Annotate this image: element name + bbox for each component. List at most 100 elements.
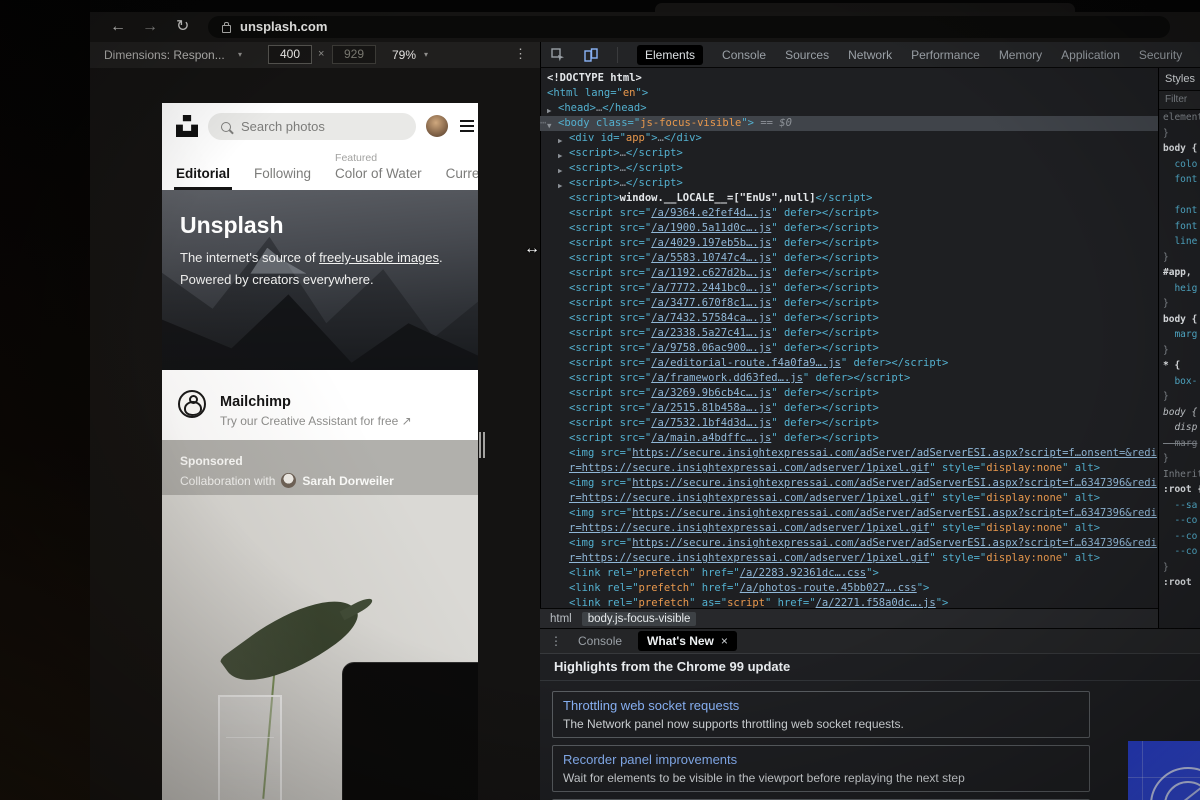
nav-tab-editorial[interactable]: Editorial (173, 166, 233, 190)
reload-button[interactable]: ↻ (176, 16, 189, 38)
whats-new-card-title[interactable]: Throttling web socket requests (563, 698, 1079, 713)
drawer-tab-console[interactable]: Console (578, 634, 622, 648)
dom-line[interactable]: <script src="/a/3477.670f8c1….js" defer>… (540, 296, 1158, 311)
device-toolbar-menu-button[interactable]: ⋮ (514, 46, 527, 62)
freely-usable-images-link[interactable]: freely-usable images (319, 250, 439, 265)
devtools-tab-console[interactable]: Console (722, 48, 766, 62)
forward-button[interactable]: → (142, 16, 158, 38)
whats-new-card-title[interactable]: Recorder panel improvements (563, 752, 1079, 767)
dom-line[interactable]: <script src="/a/9364.e2fef4d….js" defer>… (540, 206, 1158, 221)
dom-line[interactable]: ▶ <head>…</head> (540, 101, 1158, 116)
dom-line[interactable]: <script src="/a/framework.dd63fed….js" d… (540, 371, 1158, 386)
whats-new-card[interactable]: Throttling web socket requests The Networ… (552, 691, 1090, 738)
styles-pane: Styles Filter element} body { colo font f… (1158, 68, 1200, 628)
devtools-tab-security[interactable]: Security (1139, 48, 1182, 62)
dom-line[interactable]: <script src="/a/5583.10747c4….js" defer>… (540, 251, 1158, 266)
dom-line[interactable]: ⋯ ▼ <body class="js-focus-visible"> == $0 (540, 116, 1158, 131)
mailchimp-ad[interactable]: Mailchimp Try our Creative Assistant for… (162, 370, 478, 440)
whats-new-card[interactable]: Recorder panel improvements Wait for elem… (552, 745, 1090, 792)
devtools-tab-sources[interactable]: Sources (785, 48, 829, 62)
nav-tab-following[interactable]: Following (254, 166, 311, 190)
nav-tab-color-of-water[interactable]: Featured Color of Water (335, 152, 422, 190)
dimensions-dropdown[interactable]: Dimensions: Respon... (104, 48, 225, 62)
zoom-level-dropdown[interactable]: 79% (392, 48, 416, 62)
dom-line[interactable]: <script src="/a/2338.5a27c41….js" defer>… (540, 326, 1158, 341)
style-rule-line: --co (1163, 515, 1198, 526)
dom-token: " alt> (1062, 462, 1101, 474)
dom-token: js-focus-visible (640, 117, 742, 129)
url-text[interactable]: unsplash.com (240, 19, 327, 34)
nav-tab-caption: Featured (335, 152, 378, 164)
style-rule-line: font (1163, 174, 1198, 185)
viewport-height-input[interactable]: 929 (332, 45, 376, 64)
search-input[interactable]: Search photos (208, 113, 416, 140)
ad-tagline-link[interactable]: Try our Creative Assistant for free ↗ (220, 414, 412, 428)
dom-line[interactable]: <script src="/a/3269.9b6cb4c….js" defer>… (540, 386, 1158, 401)
dom-line[interactable]: <img src="https://secure.insightexpressa… (540, 506, 1158, 521)
dom-line[interactable]: <script src="/a/1900.5a11d0c….js" defer>… (540, 221, 1158, 236)
collaborator-avatar[interactable] (281, 473, 297, 488)
dom-line[interactable]: <img src="https://secure.insightexpressa… (540, 446, 1158, 461)
dom-token: " alt> (1062, 522, 1101, 534)
device-toolbar-toggle-icon[interactable] (584, 47, 598, 62)
avatar[interactable] (426, 115, 448, 137)
drawer-menu-button[interactable]: ⋮ (550, 634, 562, 648)
dom-token: https://secure.insightexpressai.com/adSe… (632, 477, 1157, 489)
drawer-tab-what-s-new[interactable]: What's New × (638, 631, 737, 651)
styles-filter-input[interactable]: Filter (1159, 91, 1200, 110)
dom-line[interactable]: <img src="https://secure.insightexpressa… (540, 536, 1158, 551)
unsplash-logo[interactable] (176, 115, 198, 142)
hamburger-menu-icon[interactable] (460, 120, 474, 135)
dom-line[interactable]: ▶ <script>…</script> (540, 161, 1158, 176)
dom-line[interactable]: <!DOCTYPE html> (540, 71, 1158, 86)
style-rule-line: :root (1163, 577, 1192, 588)
dom-line[interactable]: <script src="/a/9758.06ac900….js" defer>… (540, 341, 1158, 356)
dom-line[interactable]: r=https://secure.insightexpressai.com/ad… (540, 461, 1158, 476)
more-actions-icon[interactable]: ⋯ (540, 116, 546, 131)
dom-line[interactable]: ▶ <div id="app">…</div> (540, 131, 1158, 146)
dom-line[interactable]: <script src="/a/7432.57584ca….js" defer>… (540, 311, 1158, 326)
style-rule-line: --co (1163, 546, 1198, 557)
sponsored-photo[interactable] (162, 495, 478, 800)
nav-tab-current-ev[interactable]: Current Ev (446, 166, 478, 190)
dom-line[interactable]: <img src="https://secure.insightexpressa… (540, 476, 1158, 491)
dom-line[interactable]: <script>window.__LOCALE__=["EnUs",null]<… (540, 191, 1158, 206)
close-icon[interactable]: × (721, 634, 728, 648)
dom-line[interactable]: <script src="/a/7772.2441bc0….js" defer>… (540, 281, 1158, 296)
dom-line[interactable]: ▶ <script>…</script> (540, 146, 1158, 161)
devtools-tab-memory[interactable]: Memory (999, 48, 1042, 62)
devtools-tab-elements[interactable]: Elements (637, 44, 704, 65)
dom-line[interactable]: <script src="/a/2515.81b458a….js" defer>… (540, 401, 1158, 416)
breadcrumb-item[interactable]: html (550, 613, 572, 625)
dom-line[interactable]: ▶ <script>…</script> (540, 176, 1158, 191)
tab-styles[interactable]: Styles (1159, 68, 1200, 91)
dom-line[interactable]: <link rel="prefetch" as="script" href="/… (540, 596, 1158, 608)
hero-banner: Unsplash The internet's source of freely… (162, 190, 478, 370)
ad-sponsor-name[interactable]: Mailchimp (220, 394, 291, 410)
breadcrumb-item[interactable]: body.js-focus-visible (581, 611, 697, 626)
dom-line[interactable]: <link rel="prefetch" href="/a/2283.92361… (540, 566, 1158, 581)
dom-line[interactable]: <script src="/a/editorial-route.f4a0fa9…… (540, 356, 1158, 371)
style-rule-line: #app, (1163, 267, 1192, 278)
dom-line[interactable]: <script src="/a/7532.1bf4d3d….js" defer>… (540, 416, 1158, 431)
dom-line[interactable]: <html lang="en"> (540, 86, 1158, 101)
address-bar[interactable]: unsplash.com (208, 16, 1170, 38)
collaborator-name[interactable]: Sarah Dorweiler (302, 474, 393, 488)
devtools-tab-performance[interactable]: Performance (911, 48, 980, 62)
dom-token: /a/main.a4bdffc….js (651, 432, 772, 444)
dom-line[interactable]: <script src="/a/4029.197eb5b….js" defer>… (540, 236, 1158, 251)
dom-line[interactable]: <link rel="prefetch" href="/a/photos-rou… (540, 581, 1158, 596)
inspect-element-icon[interactable] (551, 47, 565, 62)
dom-token: <script src=" (569, 327, 652, 339)
dom-line[interactable]: <script src="/a/main.a4bdffc….js" defer>… (540, 431, 1158, 446)
dom-line[interactable]: <script src="/a/1192.c627d2b….js" defer>… (540, 266, 1158, 281)
devtools-tab-application[interactable]: Application (1061, 48, 1120, 62)
viewport-width-input[interactable]: 400 (268, 45, 312, 64)
dom-line[interactable]: r=https://secure.insightexpressai.com/ad… (540, 551, 1158, 566)
browser-tab[interactable] (655, 3, 1075, 12)
dom-line[interactable]: r=https://secure.insightexpressai.com/ad… (540, 521, 1158, 536)
back-button[interactable]: ← (110, 16, 126, 38)
viewport-resize-handle[interactable] (479, 432, 487, 458)
devtools-tab-network[interactable]: Network (848, 48, 892, 62)
dom-line[interactable]: r=https://secure.insightexpressai.com/ad… (540, 491, 1158, 506)
